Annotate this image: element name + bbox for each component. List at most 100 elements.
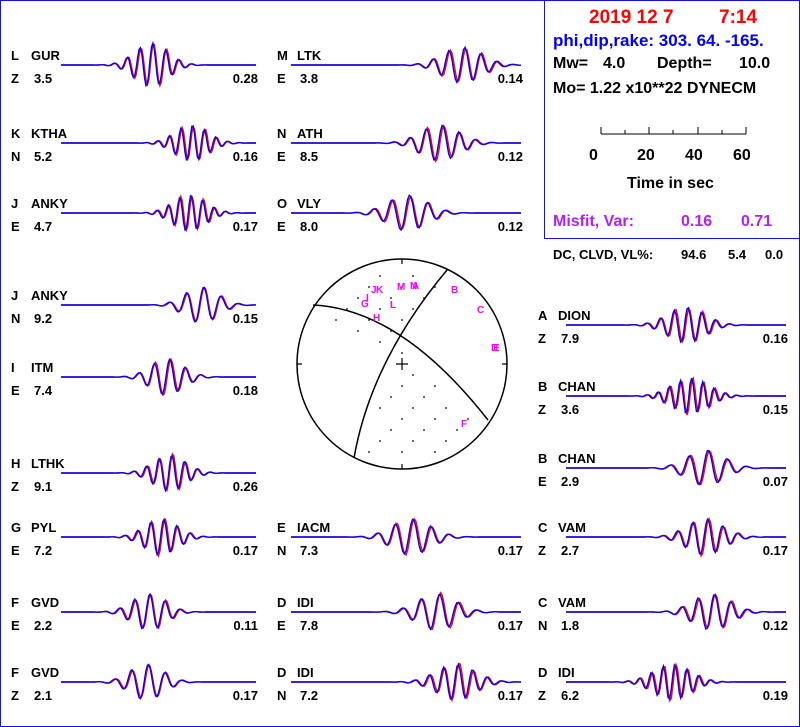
component: E (11, 219, 20, 234)
station-code: A (538, 308, 548, 323)
trace-left-value: 5.2 (34, 149, 53, 164)
polarity-dot (412, 440, 414, 442)
component: Z (11, 688, 19, 703)
trace-left-value: 2.1 (34, 688, 53, 703)
trace-left-value: 6.2 (561, 688, 580, 703)
station-code: F (11, 595, 19, 610)
trace-left-value: 8.0 (300, 219, 319, 234)
trace-variance-reduction: 0.16 (762, 331, 788, 346)
trace-left-value: 9.1 (34, 479, 53, 494)
polarity-dot (412, 374, 414, 376)
trace-left-value: 7.3 (300, 543, 319, 558)
polarity-dot (445, 407, 447, 409)
polarity-dot (401, 352, 403, 354)
station-code: K (11, 126, 21, 141)
trace-variance-reduction: 0.16 (232, 149, 258, 164)
station-code: D (277, 665, 287, 680)
polarity-dot (467, 418, 469, 420)
station-name: KTHA (31, 126, 68, 141)
station-name: IDI (297, 595, 314, 610)
trace-left-value: 3.6 (561, 402, 580, 417)
polarity-dot (390, 429, 392, 431)
trace-variance-reduction: 0.07 (762, 474, 788, 489)
station-name: VLY (297, 196, 322, 211)
station-code: C (538, 520, 548, 535)
trace-left-value: 7.8 (300, 618, 319, 633)
polarity-dot (412, 275, 414, 277)
component: N (277, 543, 287, 558)
trace-left-value: 8.5 (300, 149, 319, 164)
station-code: N (277, 126, 287, 141)
station-name: ITM (31, 360, 54, 375)
station-name: IDI (558, 665, 575, 680)
polarity-dot (368, 319, 370, 321)
trace-variance-reduction: 0.28 (232, 71, 258, 86)
polarity-dot (423, 297, 425, 299)
component: N (11, 149, 21, 164)
polarity-dot (434, 385, 436, 387)
polarity-dot (390, 396, 392, 398)
polarity-dot (379, 308, 381, 310)
trace-left-value: 3.8 (300, 71, 319, 86)
trace-left-value: 9.2 (34, 311, 53, 326)
station-code: I (11, 360, 15, 375)
station-code: J (11, 288, 19, 303)
polarity-dot (346, 308, 348, 310)
trace-left-value: 2.7 (561, 543, 580, 558)
trace-left-value: 7.2 (34, 543, 53, 558)
component: E (11, 618, 20, 633)
polarity-dot (434, 451, 436, 453)
component: Z (11, 479, 19, 494)
polarity-dot (368, 286, 370, 288)
trace-variance-reduction: 0.11 (233, 618, 258, 633)
polarity-dot (357, 330, 359, 332)
trace-variance-reduction: 0.12 (497, 149, 523, 164)
station-name: IACM (297, 520, 331, 535)
polarity-dot (412, 308, 414, 310)
trace-variance-reduction: 0.12 (762, 618, 788, 633)
trace-left-value: 7.2 (300, 688, 319, 703)
polarity-dot (401, 385, 403, 387)
station-name: ANKY (31, 288, 68, 303)
component: E (277, 149, 286, 164)
polarity-dot (423, 429, 425, 431)
polarity-dot (390, 330, 392, 332)
trace-left-value: 2.2 (34, 618, 53, 633)
component: E (277, 71, 286, 86)
station-name: ATH (297, 126, 323, 141)
polarity-dot (379, 407, 381, 409)
trace-variance-reduction: 0.17 (497, 543, 523, 558)
beachball: A BCDEFGHIJ KLM N (296, 258, 508, 470)
station-name: CHAN (558, 379, 596, 394)
station-code: G (11, 520, 22, 535)
component: N (11, 311, 21, 326)
polarity-dot (401, 418, 403, 420)
component: Z (538, 543, 546, 558)
component: Z (538, 402, 546, 417)
station-code: L (11, 48, 19, 63)
station-code: O (277, 196, 288, 211)
trace-variance-reduction: 0.15 (762, 402, 788, 417)
component: E (277, 219, 286, 234)
trace-variance-reduction: 0.17 (232, 543, 258, 558)
trace-variance-reduction: 0.17 (762, 543, 788, 558)
polarity-dot (456, 429, 458, 431)
station-marker-M: M (397, 282, 405, 293)
trace-left-value: 4.7 (34, 219, 53, 234)
station-marker-F: F (461, 419, 467, 430)
trace-left-value: 7.4 (34, 383, 53, 398)
station-name: GUR (31, 48, 60, 63)
trace-left-value: 7.9 (561, 331, 580, 346)
trace-variance-reduction: 0.15 (232, 311, 258, 326)
component: E (11, 383, 20, 398)
station-name: LTK (297, 48, 322, 63)
station-marker-K: K (376, 285, 384, 296)
polarity-dot (379, 440, 381, 442)
polarity-dot (335, 319, 337, 321)
station-name: LTHK (31, 456, 65, 471)
trace-left-value: 3.5 (34, 71, 53, 86)
polarity-dot (401, 451, 403, 453)
trace-variance-reduction: 0.12 (497, 219, 523, 234)
polarity-dot (368, 451, 370, 453)
waveform-traces (61, 40, 786, 703)
